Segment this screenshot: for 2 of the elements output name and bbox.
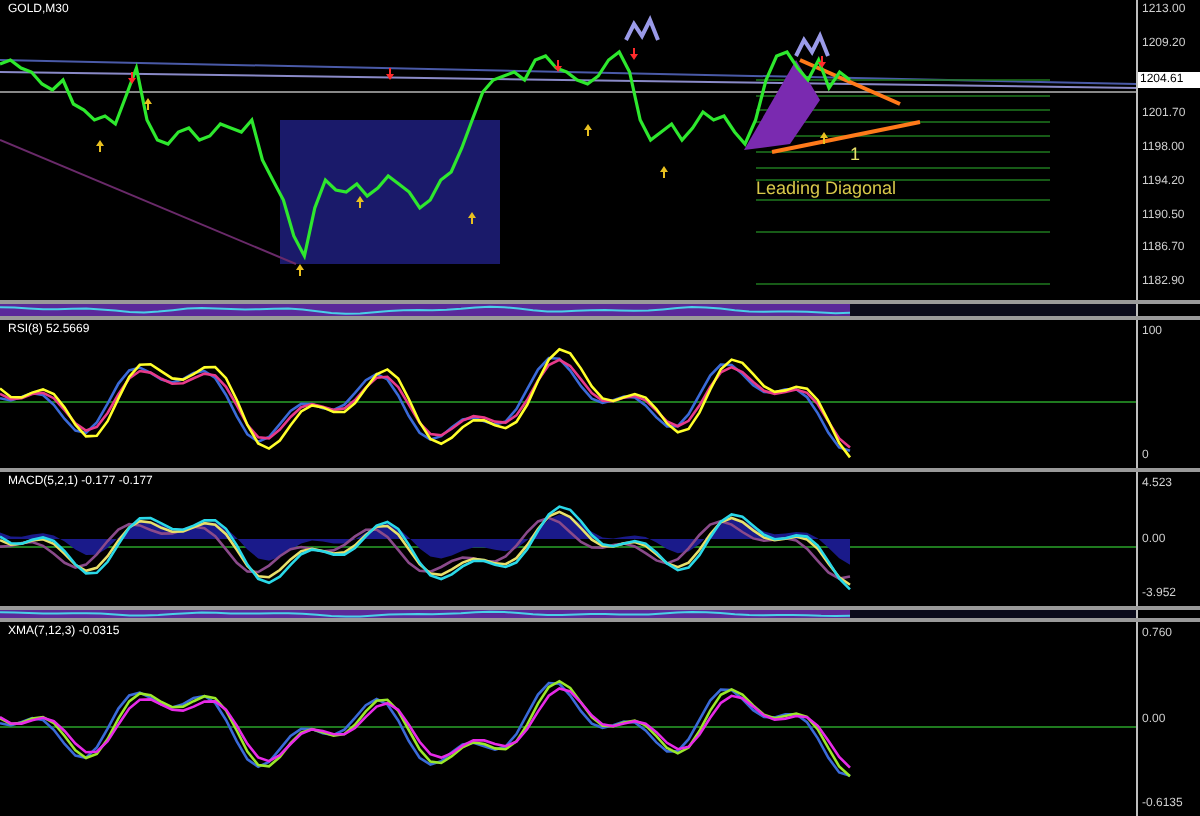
pattern-label: Leading Diagonal [756, 180, 897, 198]
wave-label: 1 [850, 146, 861, 164]
